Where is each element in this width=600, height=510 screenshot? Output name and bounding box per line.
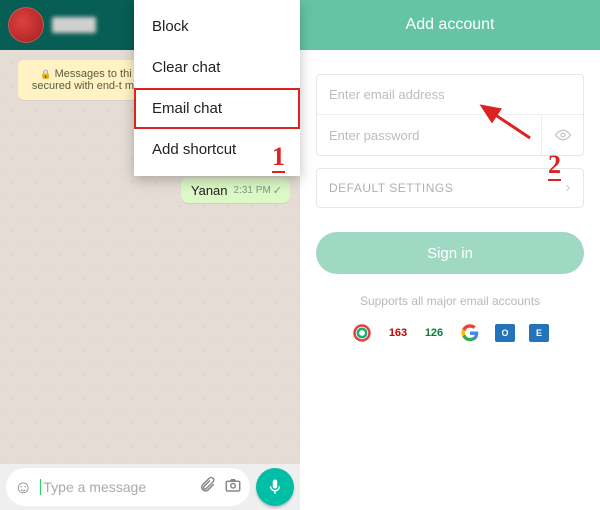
- menu-item-block[interactable]: Block: [134, 6, 300, 47]
- chat-input-bar: ☺ Type a message: [0, 464, 300, 510]
- provider-163-icon[interactable]: 163: [387, 322, 409, 344]
- avatar[interactable]: [8, 7, 44, 43]
- annotation-arrow-icon: [470, 98, 540, 144]
- add-account-panel: Add account Enter email address Enter pa…: [300, 0, 600, 510]
- message-bubble[interactable]: Yanan 2:31 PM ✓: [181, 178, 290, 203]
- sent-tick-icon: ✓: [273, 184, 282, 197]
- menu-item-clear-chat[interactable]: Clear chat: [134, 47, 300, 88]
- provider-outlook-icon[interactable]: O: [495, 324, 515, 342]
- email-field[interactable]: Enter email address: [317, 75, 583, 115]
- add-account-title: Add account: [300, 0, 600, 50]
- supports-label: Supports all major email accounts: [316, 294, 584, 308]
- chevron-right-icon: ›: [565, 179, 571, 197]
- message-text: Yanan: [191, 183, 228, 198]
- provider-126-icon[interactable]: 126: [423, 322, 445, 344]
- contact-name-blurred: [52, 17, 96, 33]
- whatsapp-chat-panel: ┃ 🔒 Messages to thi secured with end-t m…: [0, 0, 300, 510]
- provider-exchange-icon[interactable]: E: [529, 324, 549, 342]
- emoji-icon[interactable]: ☺: [14, 477, 32, 498]
- default-settings-label: DEFAULT SETTINGS: [329, 181, 453, 195]
- credential-fields: Enter email address Enter password: [316, 74, 584, 156]
- provider-icons: 163 126 O E: [316, 322, 584, 344]
- show-password-icon[interactable]: [541, 115, 583, 155]
- camera-icon[interactable]: [224, 476, 242, 499]
- annotation-2: 2: [548, 152, 561, 181]
- provider-google-icon[interactable]: [459, 322, 481, 344]
- signin-button[interactable]: Sign in: [316, 232, 584, 274]
- provider-generic-icon[interactable]: [351, 322, 373, 344]
- password-field[interactable]: Enter password: [317, 115, 583, 155]
- menu-item-email-chat[interactable]: Email chat: [134, 88, 300, 129]
- annotation-1: 1: [272, 144, 285, 173]
- default-settings-row[interactable]: DEFAULT SETTINGS ›: [316, 168, 584, 208]
- message-time: 2:31 PM ✓: [234, 184, 282, 197]
- message-input-pill[interactable]: ☺ Type a message: [6, 468, 250, 506]
- mic-button[interactable]: [256, 468, 294, 506]
- password-placeholder: Enter password: [329, 128, 419, 143]
- attach-icon[interactable]: [198, 476, 216, 499]
- message-input[interactable]: Type a message: [40, 479, 190, 495]
- email-placeholder: Enter email address: [329, 87, 445, 102]
- lock-icon: 🔒: [40, 69, 51, 79]
- message-row: Yanan 2:31 PM ✓: [181, 178, 290, 203]
